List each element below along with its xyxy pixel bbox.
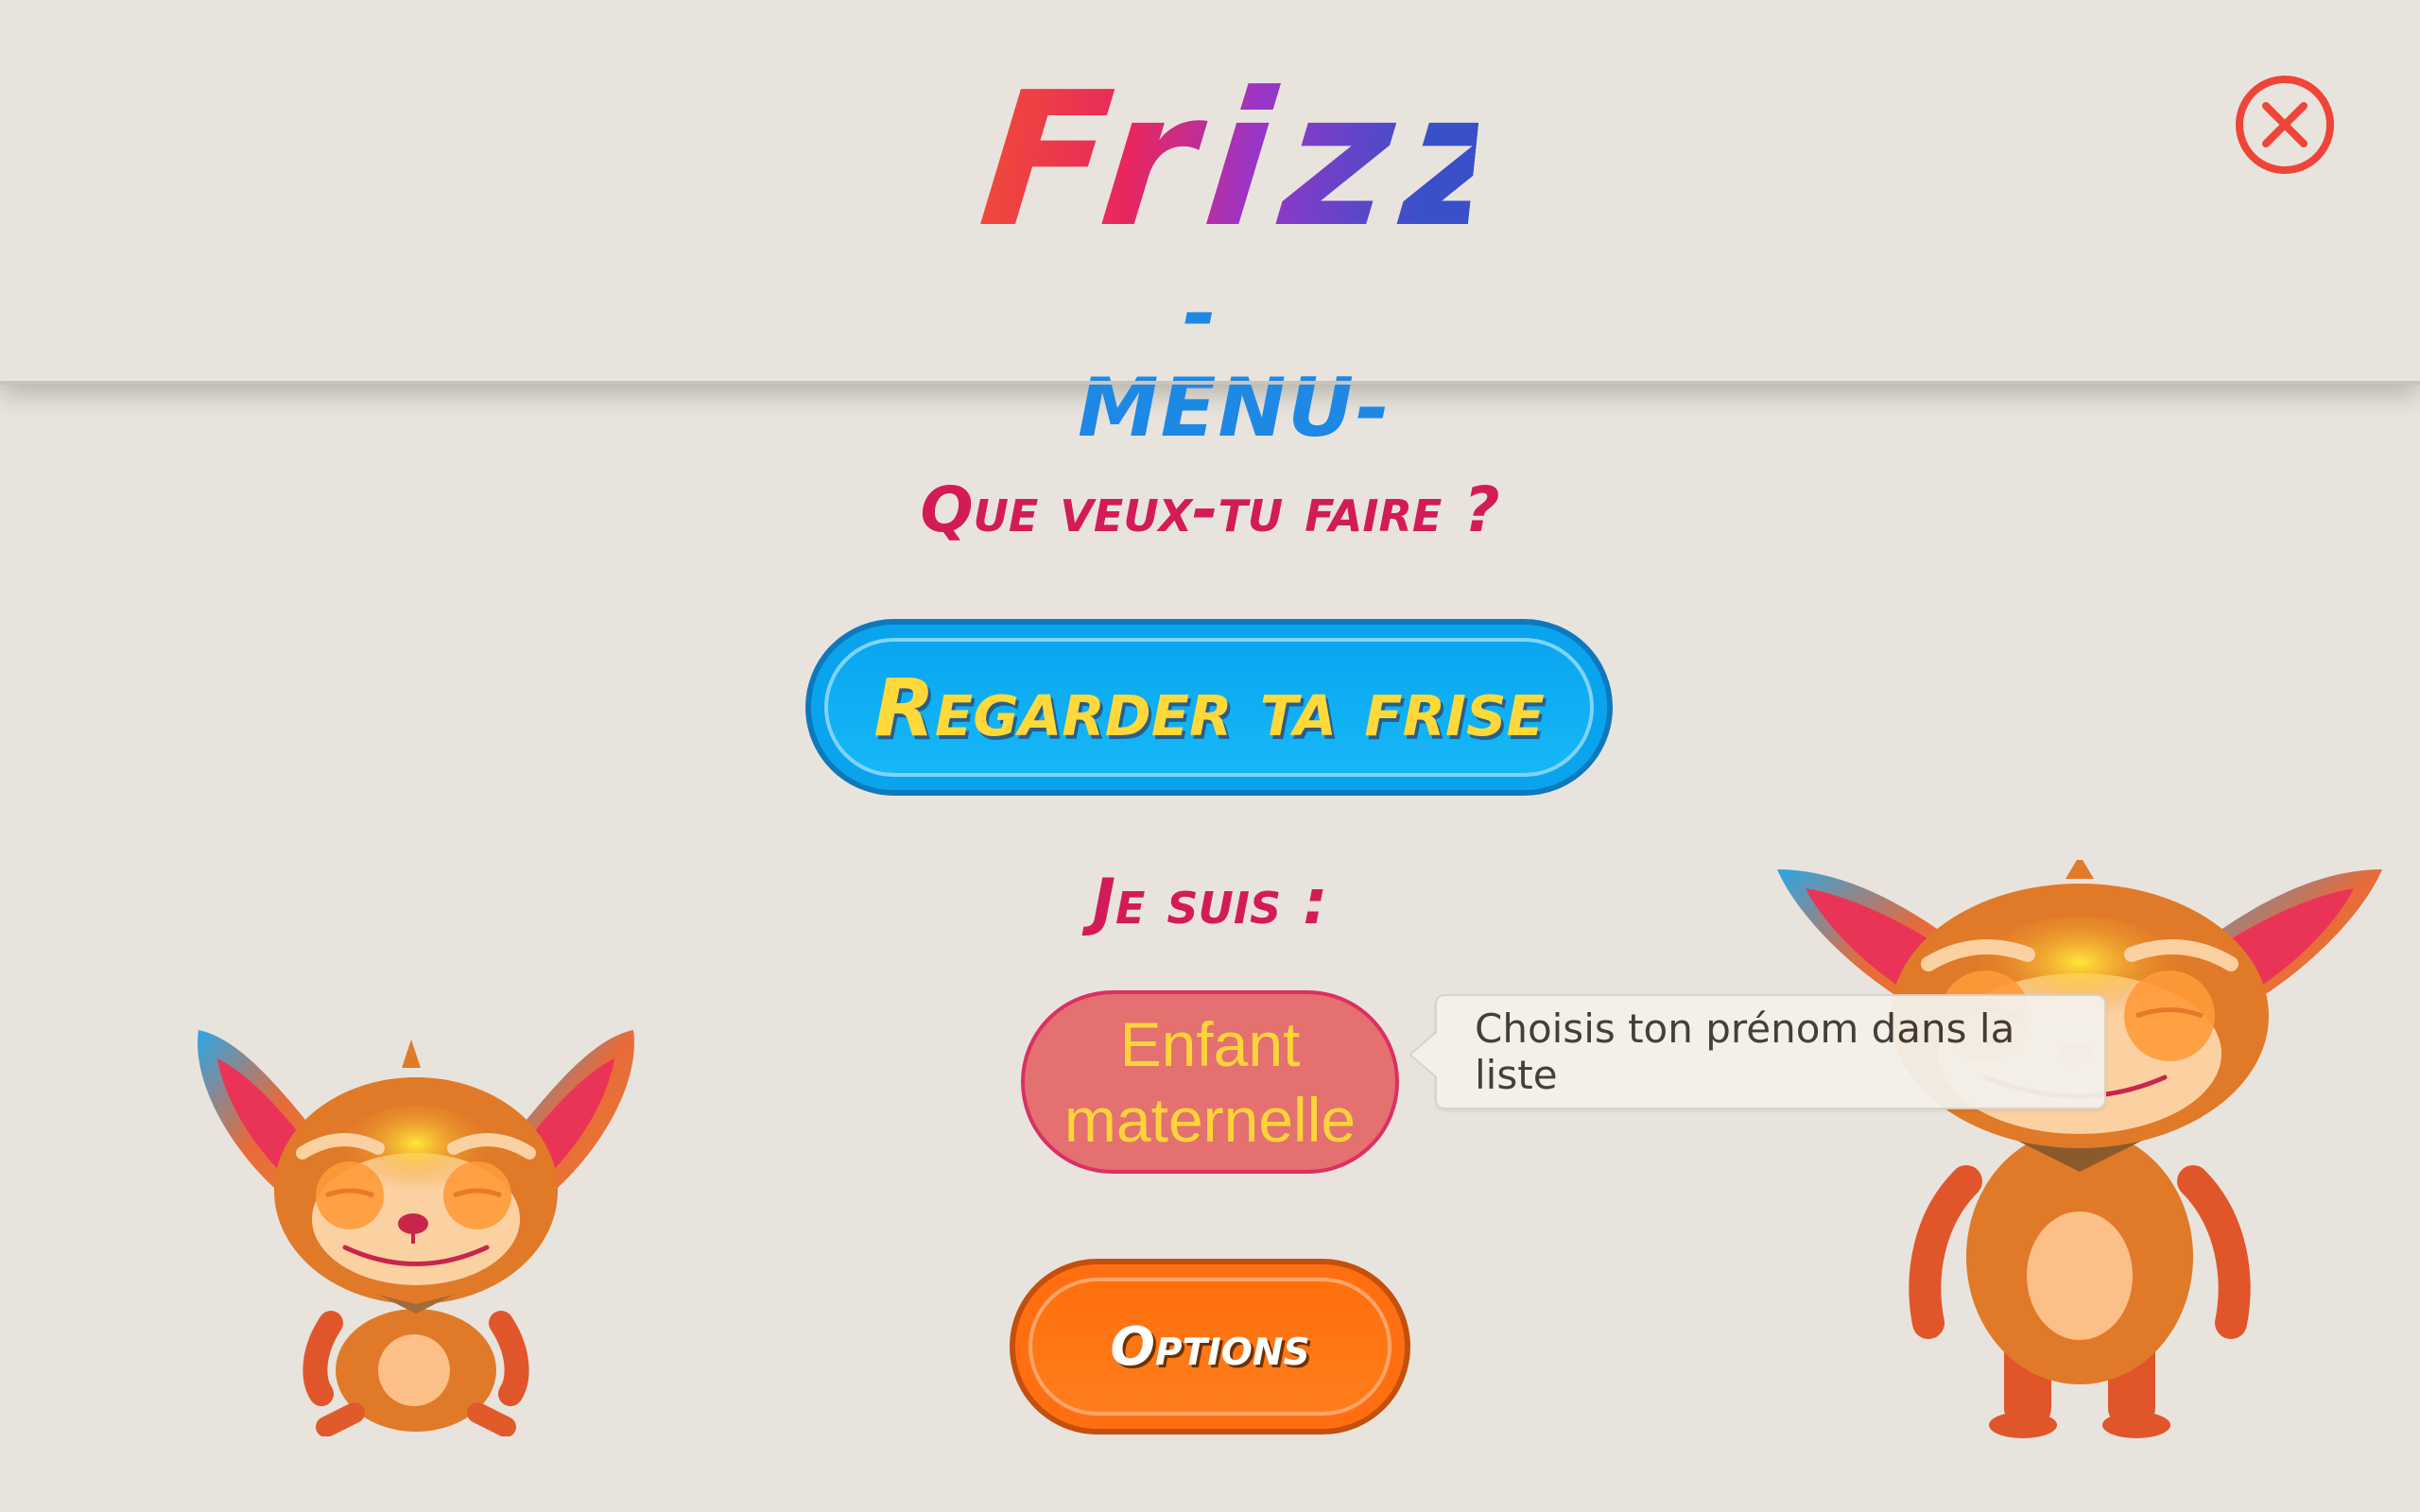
mascot-sitting-icon — [198, 1030, 634, 1436]
hint-tooltip-text: Choisis ton prénom dans la liste — [1475, 1005, 2015, 1098]
header-bar: Frizz -MENU- — [0, 0, 2420, 455]
close-button[interactable] — [2236, 76, 2334, 174]
child-role-label: Enfant maternelle — [1063, 1009, 1357, 1155]
view-timeline-button[interactable]: Regarder ta frise — [805, 619, 1613, 796]
options-button[interactable]: Options — [1010, 1259, 1410, 1435]
menu-subtitle: -MENU- — [1078, 266, 1392, 455]
view-timeline-label: Regarder ta frise — [873, 661, 1545, 754]
mascot-standing-icon — [1777, 860, 2382, 1438]
hint-tooltip: Choisis ton prénom dans la liste — [1409, 994, 2106, 1109]
question-heading: Que veux-tu faire ? — [920, 473, 1500, 546]
child-role-button[interactable]: Enfant maternelle — [1021, 990, 1399, 1174]
app-logo: Frizz — [972, 53, 1538, 268]
close-icon — [2262, 102, 2308, 147]
options-label: Options — [1110, 1315, 1310, 1378]
